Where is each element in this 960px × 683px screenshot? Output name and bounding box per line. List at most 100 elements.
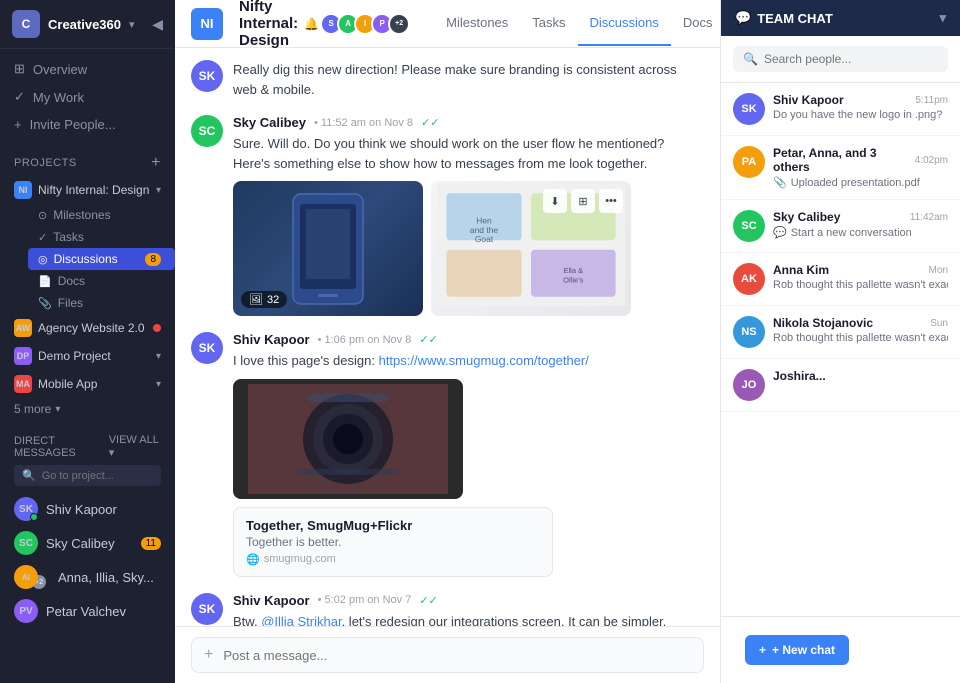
dm-avatar-shiv: SK (14, 497, 38, 521)
project-item-agency[interactable]: AW Agency Website 2.0 (0, 314, 175, 342)
project-nifty-chevron: ▾ (156, 185, 161, 196)
msg-time-3: • 1:06 pm on Nov 8 (318, 334, 412, 346)
search-people-input-box: 🔍 (733, 46, 948, 72)
message-input-area: + (175, 626, 720, 683)
mention-link[interactable]: @Illia Strikhar (261, 614, 341, 627)
project-avatar-ni: NI (14, 181, 32, 199)
dm-item-sky[interactable]: SC Sky Calibey 11 (0, 526, 175, 560)
tab-docs[interactable]: Docs (671, 1, 720, 46)
dm-search-container: 🔍 (0, 463, 175, 492)
search-people-container: 🔍 (721, 36, 960, 83)
sub-item-milestones[interactable]: ⊙ Milestones (28, 204, 175, 226)
dm-search-icon: 🔍 (22, 469, 36, 482)
chat-list: SK Shiv Kapoor 5:11pm Do you have the ne… (721, 83, 960, 616)
dm-avatar-petar: PV (14, 599, 38, 623)
brand[interactable]: C Creative360 ▾ (12, 10, 135, 38)
dm-item-shiv[interactable]: SK Shiv Kapoor (0, 492, 175, 526)
chat-item-nikola[interactable]: NS Nikola Stojanovic Sun Rob thought thi… (721, 306, 960, 359)
message-4: SK Shiv Kapoor • 5:02 pm on Nov 7 ✓✓ Btw… (191, 593, 704, 627)
sub-item-docs[interactable]: 📄 Docs (28, 270, 175, 292)
dm-group-avatars: AI +2 (14, 565, 46, 589)
svg-text:Ella &: Ella & (563, 266, 583, 275)
chat-item-content-joshua: Joshira... (773, 369, 948, 385)
sidebar-item-overview-label: Overview (33, 62, 87, 77)
project-item-demo[interactable]: DP Demo Project ▾ (0, 342, 175, 370)
chat-name-joshua: Joshira... (773, 369, 826, 383)
link-preview-content: Together, SmugMug+Flickr Together is bet… (246, 518, 412, 566)
msg-header-2: Sky Calibey • 11:52 am on Nov 8 ✓✓ (233, 115, 704, 130)
gallery-download-button[interactable]: ⬇ (543, 189, 567, 213)
projects-label: PROJECTS (14, 157, 77, 169)
message-link[interactable]: https://www.smugmug.com/together/ (379, 353, 589, 368)
project-item-nifty[interactable]: NI Nifty Internal: Design ▾ (0, 176, 175, 204)
team-chat-title: TEAM CHAT (757, 11, 833, 26)
dm-section: DIRECT MESSAGES View all ▾ 🔍 SK Shiv Kap… (0, 420, 175, 634)
new-chat-button[interactable]: + + New chat (745, 635, 849, 665)
brand-logo: C (12, 10, 40, 38)
chat-item-anna[interactable]: AK Anna Kim Mon Rob thought this pallett… (721, 253, 960, 306)
messages-area: SK Really dig this new direction! Please… (175, 48, 720, 626)
gallery-img-2: Hen and the Goat Ella & Ollie's ⬇ (431, 181, 631, 316)
team-chat-collapse-icon[interactable]: ▾ (939, 10, 946, 26)
chat-item-group[interactable]: PA Petar, Anna, and 3 others 4:02pm 📎 Up… (721, 136, 960, 200)
project-nifty-label: Nifty Internal: Design (38, 183, 149, 197)
add-project-button[interactable]: + (151, 154, 161, 172)
gallery-more-button[interactable]: ••• (599, 189, 623, 213)
chat-time-group: 4:02pm (915, 155, 948, 166)
dm-item-petar[interactable]: PV Petar Valchev (0, 594, 175, 628)
sub-item-discussions[interactable]: ◎ Discussions 8 (28, 248, 175, 270)
chat-item-content-shiv: Shiv Kapoor 5:11pm Do you have the new l… (773, 93, 948, 121)
project-avatar-ma: MA (14, 375, 32, 393)
dm-search-input[interactable] (42, 470, 153, 482)
add-attachment-icon[interactable]: + (204, 646, 213, 664)
tab-milestones[interactable]: Milestones (434, 1, 520, 46)
chat-item-content-sky: Sky Calibey 11:42am 💬 Start a new conver… (773, 210, 948, 239)
msg-avatar-3: SK (191, 332, 223, 364)
nav-tabs: Milestones Tasks Discussions Docs Files (434, 1, 720, 46)
msg-check-3: ✓✓ (419, 333, 437, 346)
new-chat-label: + New chat (772, 643, 835, 657)
chat-item-shiv[interactable]: SK Shiv Kapoor 5:11pm Do you have the ne… (721, 83, 960, 136)
online-indicator (30, 513, 38, 521)
tab-discussions[interactable]: Discussions (578, 1, 671, 46)
chat-item-content-group: Petar, Anna, and 3 others 4:02pm 📎 Uploa… (773, 146, 948, 189)
member-avatar-5: +2 (388, 13, 410, 35)
project-avatar-aw: AW (14, 319, 32, 337)
sub-item-tasks[interactable]: ✓ Tasks (28, 226, 175, 248)
sub-item-files-label: Files (58, 296, 83, 310)
chat-preview-sky: 💬 Start a new conversation (773, 226, 948, 239)
chat-item-content-nikola: Nikola Stojanovic Sun Rob thought this p… (773, 316, 948, 344)
image-gallery: 🖼 32 Hen and the (233, 181, 704, 316)
five-more-icon: ▾ (55, 404, 60, 415)
chat-name-nikola: Nikola Stojanovic (773, 316, 873, 330)
sub-item-files[interactable]: 📎 Files (28, 292, 175, 314)
docs-icon: 📄 (38, 275, 52, 288)
sub-item-milestones-label: Milestones (53, 208, 110, 222)
link-preview-desc: Together is better. (246, 535, 412, 549)
dm-item-group[interactable]: AI +2 Anna, Illia, Sky... (0, 560, 175, 594)
message-input[interactable] (223, 648, 691, 663)
msg-author-4: Shiv Kapoor (233, 593, 310, 608)
collapse-icon[interactable]: ◀ (152, 16, 163, 33)
tab-tasks[interactable]: Tasks (520, 1, 577, 46)
chat-item-sky[interactable]: SC Sky Calibey 11:42am 💬 Start a new con… (721, 200, 960, 253)
sidebar-nav: ⊞ Overview ✓ My Work + Invite People... (0, 49, 175, 144)
sidebar-item-my-work[interactable]: ✓ My Work (0, 83, 175, 111)
chat-name-group: Petar, Anna, and 3 others (773, 146, 915, 174)
message-2: SC Sky Calibey • 11:52 am on Nov 8 ✓✓ Su… (191, 115, 704, 316)
sidebar-item-overview[interactable]: ⊞ Overview (0, 55, 175, 83)
milestones-icon: ⊙ (38, 209, 47, 222)
member-avatars: S A I P +2 (325, 13, 410, 35)
gallery-view-button[interactable]: ⊞ (571, 189, 595, 213)
project-item-mobile[interactable]: MA Mobile App ▾ (0, 370, 175, 398)
sidebar-item-invite[interactable]: + Invite People... (0, 111, 175, 138)
dm-view-all[interactable]: View all ▾ (109, 434, 161, 459)
dm-item-shiv-label: Shiv Kapoor (46, 502, 117, 517)
chat-item-joshua[interactable]: JO Joshira... (721, 359, 960, 412)
brand-dropdown-icon[interactable]: ▾ (129, 18, 135, 31)
five-more-link[interactable]: 5 more ▾ (0, 398, 175, 420)
team-chat-header: 💬 TEAM CHAT ▾ (721, 0, 960, 36)
search-people-input[interactable] (764, 52, 938, 66)
chat-bubble-icon: 💬 (773, 226, 787, 239)
dm-item-petar-label: Petar Valchev (46, 604, 126, 619)
